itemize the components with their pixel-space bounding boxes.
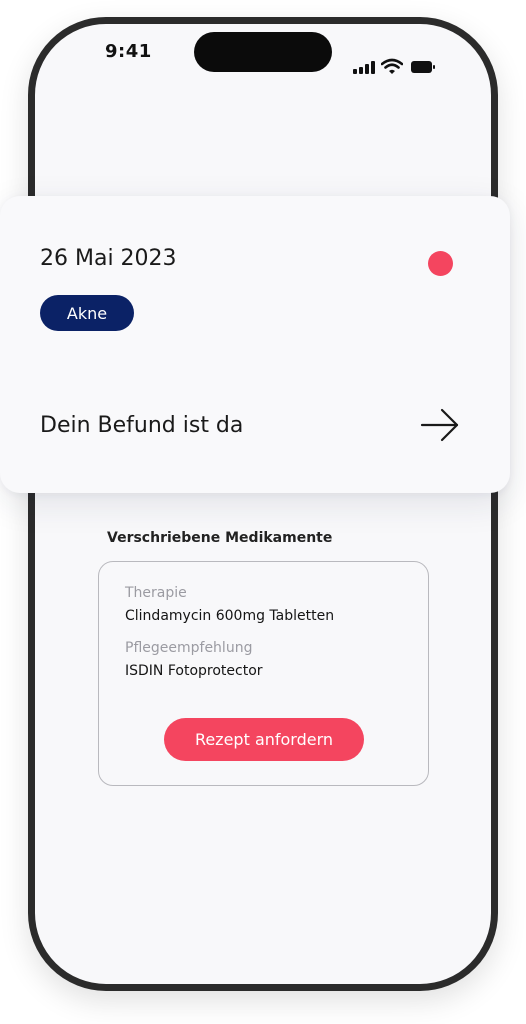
dynamic-island bbox=[194, 32, 332, 72]
condition-tag: Akne bbox=[40, 295, 134, 331]
unread-indicator bbox=[428, 251, 453, 276]
card-message: Dein Befund ist da bbox=[40, 413, 244, 438]
phone-frame bbox=[28, 17, 498, 991]
cellular-signal-icon bbox=[353, 60, 377, 74]
request-prescription-button[interactable]: Rezept anfordern bbox=[164, 718, 364, 761]
therapy-value: Clindamycin 600mg Tabletten bbox=[125, 608, 335, 624]
status-time: 9:41 bbox=[105, 41, 152, 62]
therapy-label: Therapie bbox=[125, 585, 187, 601]
screen: 9:41 26 Mai 2023 Akne Dein Befund ist da… bbox=[0, 0, 526, 1024]
card-date: 26 Mai 2023 bbox=[40, 246, 177, 271]
care-value: ISDIN Fotoprotector bbox=[125, 663, 263, 679]
medication-box: Therapie Clindamycin 600mg Tabletten Pfl… bbox=[98, 561, 429, 786]
battery-icon bbox=[411, 61, 435, 73]
wifi-icon bbox=[381, 58, 403, 74]
section-title: Verschriebene Medikamente bbox=[107, 530, 333, 546]
findings-card[interactable]: 26 Mai 2023 Akne Dein Befund ist da bbox=[0, 196, 510, 493]
status-bar: 9:41 bbox=[35, 24, 491, 94]
care-label: Pflegeempfehlung bbox=[125, 640, 253, 656]
arrow-right-icon[interactable] bbox=[420, 407, 460, 443]
